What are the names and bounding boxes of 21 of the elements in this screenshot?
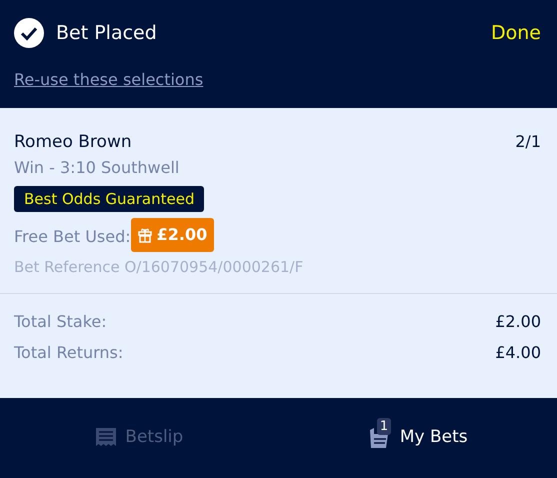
tab[interactable]: 1 My Bets bbox=[278, 398, 557, 478]
receipt-icon bbox=[95, 427, 118, 449]
market-text: Win - 3:10 Southwell bbox=[14, 156, 180, 178]
free-bet-label: Free Bet Used: bbox=[14, 226, 131, 248]
gift-icon bbox=[138, 227, 152, 243]
odds: 2/1 bbox=[515, 131, 542, 153]
total-value: £4.00 bbox=[495, 342, 542, 364]
bet-reference: Bet Reference O/16070954/0000261/F bbox=[14, 257, 304, 278]
count-badge: 1 bbox=[376, 418, 392, 435]
check-icon bbox=[14, 18, 44, 48]
total-label: Total Returns: bbox=[14, 342, 124, 364]
total-label: Total Stake: bbox=[14, 310, 107, 332]
odds-guarantee-badge: Best Odds Guaranteed bbox=[14, 186, 204, 212]
reuse-selections-link[interactable]: Re-use these selections bbox=[14, 68, 204, 92]
page-title: Bet Placed bbox=[56, 20, 157, 46]
total-value: £2.00 bbox=[495, 310, 542, 332]
free-bet-badge: £2.00 bbox=[130, 218, 214, 252]
tab-label: My Bets bbox=[400, 426, 468, 450]
tab-label: Betslip bbox=[125, 426, 184, 450]
done-button[interactable]: Done bbox=[491, 18, 543, 48]
selection-name: Romeo Brown bbox=[14, 131, 132, 154]
